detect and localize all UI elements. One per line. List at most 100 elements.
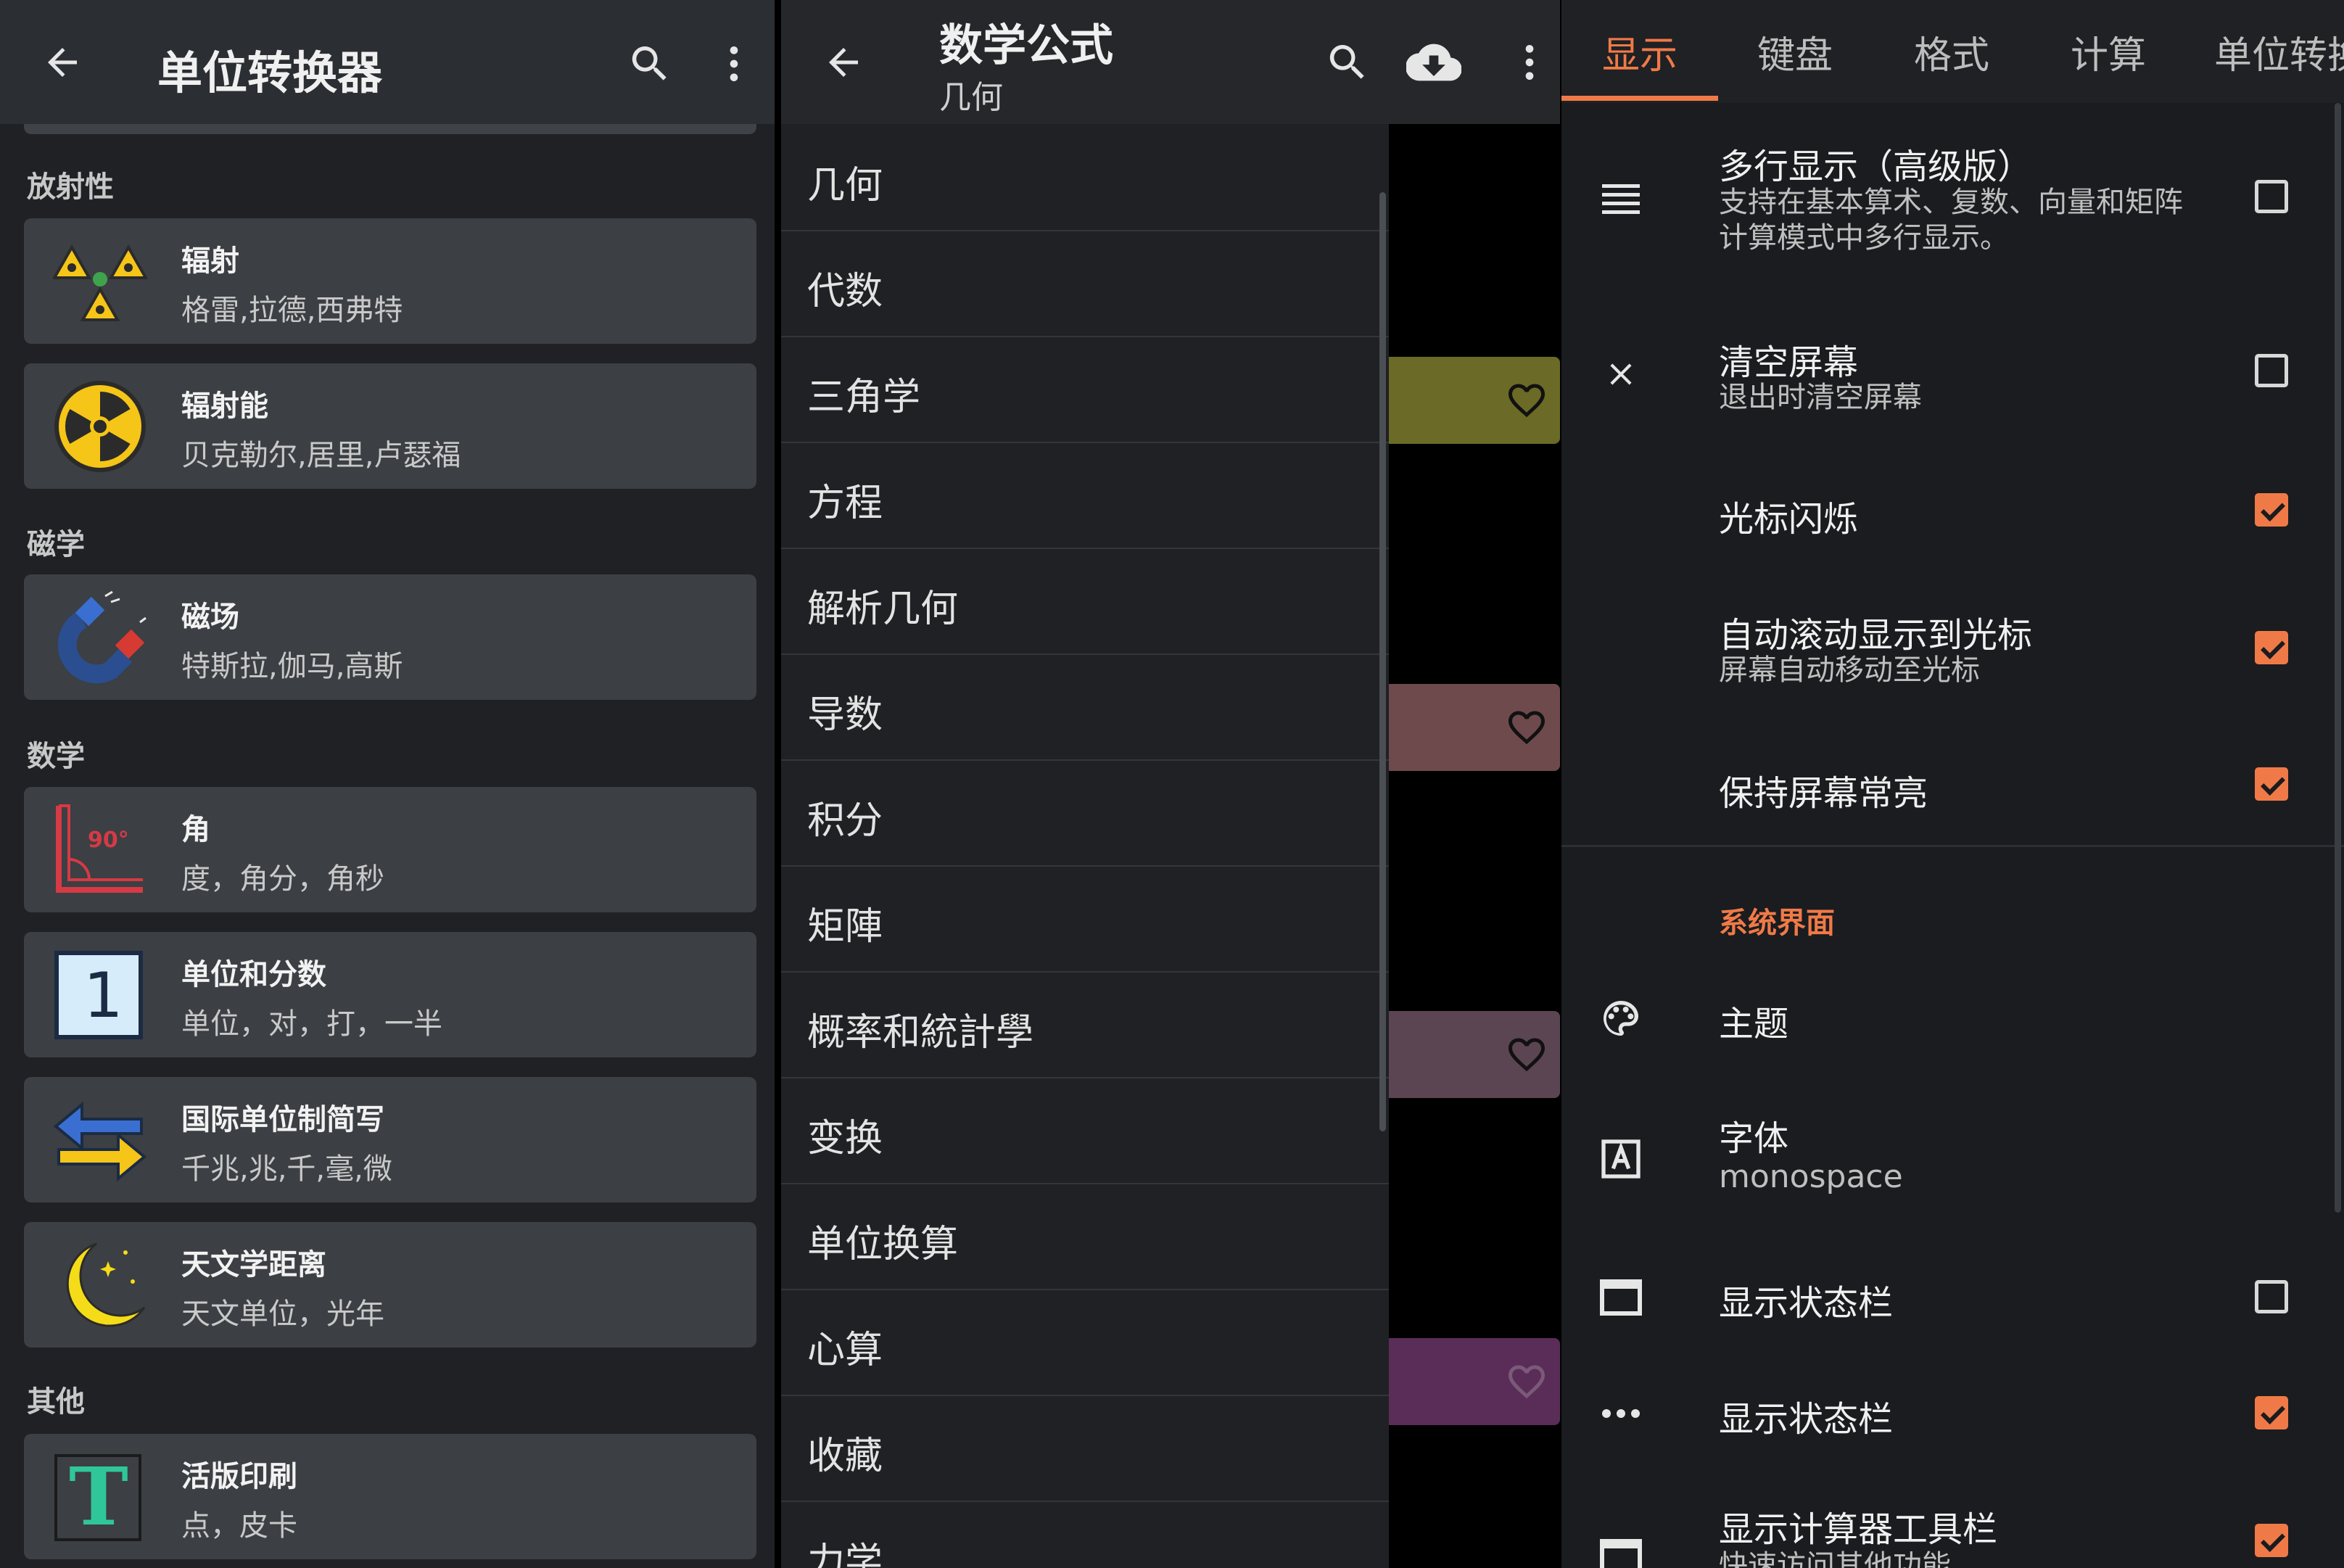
unit-converter-appbar: 单位转换器 (0, 0, 775, 124)
multiline-icon (1592, 170, 1650, 228)
drawer-item[interactable]: 几何 (781, 124, 1389, 231)
more-options-button[interactable] (1506, 35, 1553, 90)
window-icon (1592, 1268, 1650, 1326)
card-title: 国际单位制简写 (181, 1103, 384, 1136)
setting-subtitle: 退出时清空屏幕 (1719, 381, 1922, 414)
category-card-units-fractions[interactable]: 1 单位和分数 单位，对，打，一半 (24, 932, 756, 1057)
setting-title: 清空屏幕 (1719, 342, 1859, 383)
category-card-angle[interactable]: 90° 角 度，角分，角秒 (24, 787, 756, 912)
tab-unit-conversion[interactable]: 单位转换 (2214, 25, 2344, 79)
setting-show-status-bar[interactable]: 显示状态栏 (1561, 1258, 2344, 1338)
drawer-item[interactable]: 单位换算 (781, 1183, 1389, 1290)
tab-keyboard[interactable]: 键盘 (1757, 25, 1833, 79)
setting-title: 保持屏幕常亮 (1719, 773, 1928, 814)
back-button[interactable] (36, 36, 88, 88)
setting-show-status-bar-2[interactable]: 显示状态栏 (1561, 1374, 2344, 1454)
math-formulas-panel: 数学公式 几何 几何 代数 三角学 方程 解析几何 导数 积分 矩陣 概率和統計… (781, 0, 1560, 1568)
setting-keep-screen-on[interactable]: 保持屏幕常亮 (1561, 754, 2344, 827)
checkbox-show-status-bar-2[interactable] (2255, 1396, 2288, 1429)
drawer-item-label: 方程 (807, 482, 883, 525)
previous-card-edge (24, 124, 756, 134)
active-tab-indicator (1561, 96, 1718, 101)
category-card-magnetic-field[interactable]: 磁场 特斯拉,伽马,高斯 (24, 574, 756, 700)
page-title: 单位转换器 (157, 46, 383, 99)
tab-format[interactable]: 格式 (1914, 25, 1989, 79)
card-title: 单位和分数 (181, 958, 326, 991)
drawer-item-label: 收藏 (807, 1435, 883, 1478)
checkbox-clear-screen[interactable] (2255, 354, 2288, 387)
favorite-card[interactable] (1389, 357, 1560, 444)
drawer-item[interactable]: 力学 (781, 1501, 1389, 1568)
download-button[interactable] (1403, 35, 1464, 90)
drawer-item[interactable]: 心算 (781, 1289, 1389, 1396)
drawer-item[interactable]: 导数 (781, 653, 1389, 761)
tab-display[interactable]: 显示 (1602, 25, 1677, 79)
toolbar-window-icon (1592, 1528, 1650, 1568)
drawer-item[interactable]: 三角学 (781, 336, 1389, 443)
card-subtitle: 格雷,拉德,西弗特 (181, 294, 403, 327)
search-button[interactable] (1320, 35, 1375, 90)
section-header: 数学 (27, 740, 85, 773)
search-button[interactable] (622, 36, 677, 91)
more-options-button[interactable] (711, 36, 757, 91)
category-card-astronomical-distance[interactable]: 天文学距离 天文单位，光年 (24, 1222, 756, 1348)
checkbox-keep-screen-on[interactable] (2255, 767, 2288, 801)
section-header-system-ui: 系统界面 (1719, 907, 1835, 940)
math-formulas-appbar: 数学公式 几何 (781, 0, 1560, 124)
category-card-radioactivity[interactable]: 辐射能 贝克勒尔,居里,卢瑟福 (24, 363, 756, 489)
angle-icon-label: 90° (88, 828, 129, 853)
favorite-card[interactable] (1389, 1011, 1560, 1098)
setting-title: 自动滚动显示到光标 (1719, 615, 2033, 656)
drawer-item[interactable]: 收藏 (781, 1395, 1389, 1502)
drawer-scrollbar[interactable] (1379, 192, 1386, 1131)
setting-theme[interactable]: 主题 (1561, 979, 2344, 1059)
drawer-item-label: 单位换算 (807, 1223, 959, 1266)
drawer-item-label: 代数 (807, 270, 883, 313)
drawer-item-label: 导数 (807, 693, 883, 737)
heart-outline-icon[interactable] (1503, 706, 1550, 749)
drawer-item[interactable]: 解析几何 (781, 548, 1389, 655)
category-card-si-prefixes[interactable]: 国际单位制简写 千兆,兆,千,毫,微 (24, 1077, 756, 1202)
setting-multiline-display[interactable]: 多行显示（高级版） 支持在基本算术、复数、向量和矩阵 计算模式中多行显示。 (1561, 116, 2344, 276)
drawer-item[interactable]: 方程 (781, 442, 1389, 549)
setting-cursor-blink[interactable]: 光标闪烁 (1561, 479, 2344, 573)
setting-auto-scroll[interactable]: 自动滚动显示到光标 屏幕自动移动至光标 (1561, 602, 2344, 718)
unit-converter-panel: 单位转换器 放射性 辐射 格雷,拉德,西弗特 辐射能 贝克勒尔,居里,卢瑟福 磁… (0, 0, 775, 1568)
checkbox-cursor-blink[interactable] (2255, 493, 2288, 527)
favorite-card[interactable] (1389, 684, 1560, 771)
settings-scrollbar[interactable] (2335, 103, 2341, 1213)
setting-title: 显示状态栏 (1719, 1283, 1894, 1324)
heart-outline-icon[interactable] (1503, 1033, 1550, 1076)
drawer-item-label: 心算 (807, 1329, 883, 1372)
setting-title: 显示计算器工具栏 (1719, 1509, 1998, 1550)
number-one-icon: 1 (53, 948, 147, 1042)
drawer-item[interactable]: 变换 (781, 1077, 1389, 1184)
drawer-item-label: 力学 (807, 1540, 883, 1568)
checkbox-show-calculator-toolbar[interactable] (2255, 1524, 2288, 1557)
drawer-item[interactable]: 概率和統計學 (781, 971, 1389, 1078)
checkbox-show-status-bar[interactable] (2255, 1280, 2288, 1313)
more-vert-icon (1525, 45, 1534, 80)
checkbox-multiline-display[interactable] (2255, 180, 2288, 213)
card-title: 活版印刷 (181, 1460, 297, 1493)
drawer-item-label: 三角学 (807, 376, 921, 419)
favorite-card[interactable] (1389, 1338, 1560, 1425)
drawer-item[interactable]: 积分 (781, 759, 1389, 867)
back-button[interactable] (817, 36, 870, 88)
card-title: 天文学距离 (181, 1248, 326, 1282)
category-card-radiation[interactable]: 辐射 格雷,拉德,西弗特 (24, 218, 756, 344)
setting-clear-screen[interactable]: 清空屏幕 退出时清空屏幕 (1561, 319, 2344, 450)
drawer-item[interactable]: 代数 (781, 230, 1389, 337)
category-card-typography[interactable]: T 活版印刷 点，皮卡 (24, 1434, 756, 1559)
setting-show-calculator-toolbar[interactable]: 显示计算器工具栏 快速访问其他功能 (1561, 1490, 2344, 1568)
magnet-icon (53, 590, 147, 685)
card-title: 辐射能 (181, 389, 268, 423)
category-drawer: 几何 代数 三角学 方程 解析几何 导数 积分 矩陣 概率和統計學 变换 单位换… (781, 124, 1389, 1568)
tab-calculation[interactable]: 计算 (2071, 25, 2146, 79)
heart-outline-icon[interactable] (1503, 379, 1550, 422)
angle-icon: 90° (53, 803, 147, 897)
setting-font[interactable]: 字体 monospace (1561, 1102, 2344, 1218)
drawer-item[interactable]: 矩陣 (781, 865, 1389, 973)
checkbox-auto-scroll[interactable] (2255, 631, 2288, 664)
heart-outline-icon[interactable] (1503, 1360, 1550, 1403)
